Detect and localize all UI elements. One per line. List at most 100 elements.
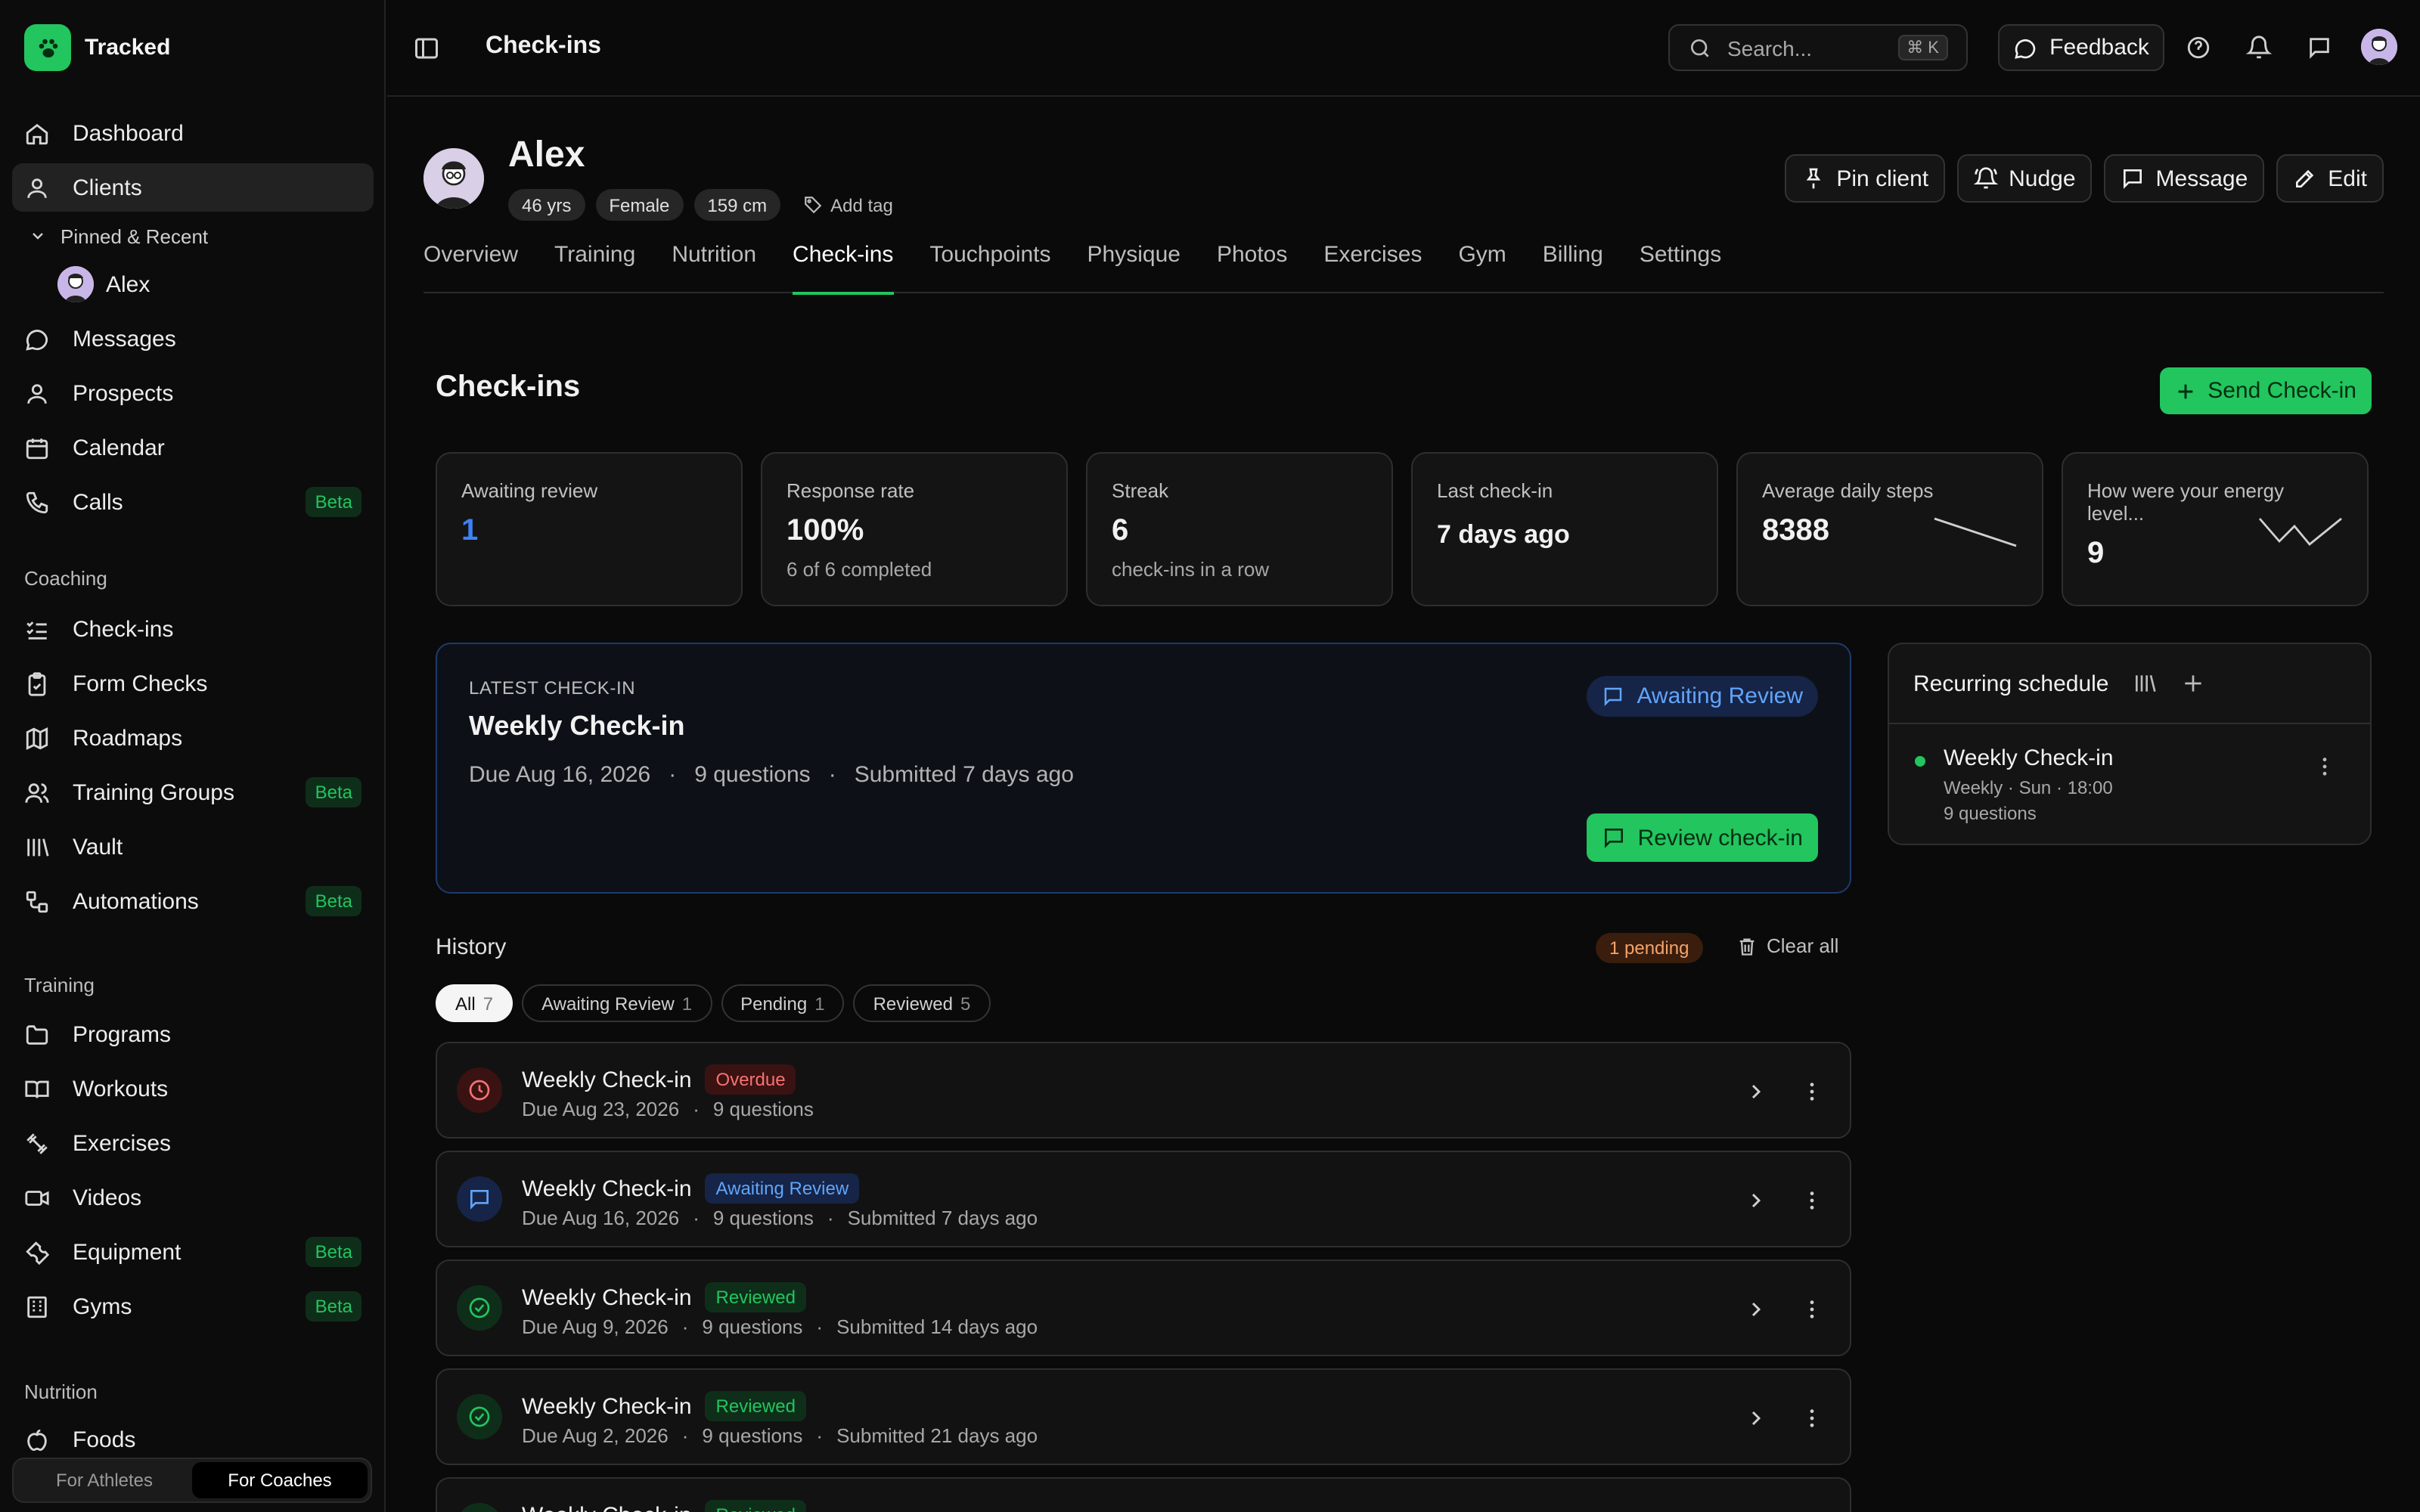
more-vertical-icon[interactable] (1800, 1188, 1824, 1213)
filter-awaiting-review[interactable]: Awaiting Review 1 (522, 984, 712, 1022)
list-item[interactable]: Weekly Check-in Reviewed (436, 1477, 1851, 1512)
filter-all[interactable]: All 7 (436, 984, 513, 1022)
tab-settings[interactable]: Settings (1640, 242, 1721, 293)
list-item[interactable]: Weekly Check-in Reviewed Due Aug 9, 2026… (436, 1259, 1851, 1356)
list-item[interactable]: Weekly Check-in Reviewed Due Aug 2, 2026… (436, 1368, 1851, 1465)
brand[interactable]: Tracked (24, 24, 170, 71)
sidebar-item-programs[interactable]: Programs (12, 1010, 374, 1058)
nudge-button[interactable]: Nudge (1957, 154, 2093, 203)
map-icon (24, 725, 50, 751)
stat-value: 6 (1112, 514, 1129, 547)
chevron-right-icon[interactable] (1744, 1080, 1768, 1104)
filter-label: Reviewed (873, 993, 953, 1014)
more-vertical-icon[interactable] (2313, 754, 2337, 779)
more-vertical-icon[interactable] (1800, 1080, 1824, 1104)
tab-overview[interactable]: Overview (424, 242, 518, 293)
sidebar-item-clients[interactable]: Clients (12, 163, 374, 212)
tab-exercises[interactable]: Exercises (1323, 242, 1422, 293)
filter-reviewed[interactable]: Reviewed 5 (853, 984, 991, 1022)
add-tag-button[interactable]: Add tag (803, 194, 893, 215)
edit-button[interactable]: Edit (2276, 154, 2384, 203)
status-icon (457, 1285, 502, 1331)
search-input[interactable]: Search... ⌘ K (1668, 24, 1968, 71)
item-meta: Due Aug 16, 2026 · 9 questions · Submitt… (522, 1207, 1038, 1229)
stat-label: Response rate (786, 479, 915, 502)
status-icon (457, 1067, 502, 1113)
sidebar-item-videos[interactable]: Videos (12, 1173, 374, 1222)
clear-all-button[interactable]: Clear all (1736, 934, 1838, 957)
sidebar-item-messages[interactable]: Messages (12, 314, 374, 363)
chevron-right-icon[interactable] (1744, 1406, 1768, 1430)
plus-icon[interactable] (2182, 671, 2206, 696)
toggle-option-athletes[interactable]: For Athletes (17, 1462, 192, 1498)
bell-icon[interactable] (2245, 33, 2272, 60)
library-icon[interactable] (2133, 671, 2158, 696)
sidebar-item-label: Programs (73, 1021, 172, 1047)
sidebar-toggle-icon[interactable] (411, 33, 442, 64)
pin-client-button[interactable]: Pin client (1785, 154, 1946, 203)
user-avatar[interactable] (2361, 29, 2397, 65)
chevron-right-icon[interactable] (1744, 1188, 1768, 1213)
sidebar-item-form-checks[interactable]: Form Checks (12, 659, 374, 708)
sidebar-item-workouts[interactable]: Workouts (12, 1064, 374, 1113)
feedback-button[interactable]: Feedback (1998, 24, 2164, 71)
users-icon (24, 779, 50, 805)
pinned-client-alex[interactable]: Alex (12, 260, 374, 308)
sidebar-item-training-groups[interactable]: Training Groups Beta (12, 768, 374, 816)
tab-touchpoints[interactable]: Touchpoints (929, 242, 1050, 293)
steps-sparkline (1934, 517, 2017, 547)
filter-pending[interactable]: Pending 1 (721, 984, 845, 1022)
sidebar-item-calls[interactable]: Calls Beta (12, 478, 374, 526)
send-check-in-button[interactable]: Send Check-in (2159, 367, 2372, 414)
item-meta: Due Aug 9, 2026 · 9 questions · Submitte… (522, 1315, 1038, 1338)
tab-billing[interactable]: Billing (1543, 242, 1603, 293)
message-button[interactable]: Message (2104, 154, 2265, 203)
sidebar-item-foods[interactable]: Foods (12, 1415, 374, 1464)
item-questions: 9 questions (702, 1315, 803, 1338)
status-icon (457, 1503, 502, 1512)
schedule-item[interactable]: Weekly Check-in Weekly · Sun · 18:00 9 q… (1889, 724, 2370, 824)
item-due: Due Aug 16, 2026 (522, 1207, 680, 1229)
pinned-recent-toggle[interactable]: Pinned & Recent (12, 218, 374, 254)
sidebar-item-check-ins[interactable]: Check-ins (12, 605, 374, 653)
chevron-right-icon[interactable] (1744, 1297, 1768, 1321)
tab-physique[interactable]: Physique (1087, 242, 1181, 293)
sidebar-item-dashboard[interactable]: Dashboard (12, 109, 374, 157)
chat-icon[interactable] (2305, 33, 2332, 60)
audience-toggle[interactable]: For Athletes For Coaches (12, 1458, 372, 1503)
tab-training[interactable]: Training (554, 242, 635, 293)
check-circle-icon (467, 1405, 492, 1429)
tab-check-ins[interactable]: Check-ins (793, 242, 893, 295)
item-name: Weekly Check-in (522, 1393, 692, 1419)
pin-icon (1801, 166, 1826, 191)
sidebar-item-equipment[interactable]: Equipment Beta (12, 1228, 374, 1276)
toggle-option-coaches[interactable]: For Coaches (192, 1462, 368, 1498)
message-square-icon (2121, 166, 2145, 191)
sidebar-item-label: Videos (73, 1185, 142, 1210)
tab-gym[interactable]: Gym (1458, 242, 1506, 293)
sidebar-item-calendar[interactable]: Calendar (12, 423, 374, 472)
stat-value: 100% (786, 514, 864, 547)
send-check-in-label: Send Check-in (2207, 378, 2356, 404)
sidebar-item-vault[interactable]: Vault (12, 823, 374, 871)
tab-nutrition[interactable]: Nutrition (672, 242, 756, 293)
search-shortcut: ⌘ K (1897, 35, 1948, 60)
list-item[interactable]: Weekly Check-in Overdue Due Aug 23, 2026… (436, 1042, 1851, 1139)
latest-title: Weekly Check-in (469, 711, 685, 741)
list-item[interactable]: Weekly Check-in Awaiting Review Due Aug … (436, 1151, 1851, 1247)
sidebar-item-prospects[interactable]: Prospects (12, 369, 374, 417)
section-title: Check-ins (436, 370, 581, 404)
sidebar-item-roadmaps[interactable]: Roadmaps (12, 714, 374, 762)
sidebar-item-label: Training Groups (73, 779, 234, 805)
filter-label: All (455, 993, 476, 1014)
sidebar-item-exercises[interactable]: Exercises (12, 1119, 374, 1167)
help-circle-icon[interactable] (2184, 33, 2211, 60)
filter-count: 5 (960, 993, 971, 1014)
tab-photos[interactable]: Photos (1217, 242, 1287, 293)
status-badge: Reviewed (705, 1500, 806, 1512)
more-vertical-icon[interactable] (1800, 1406, 1824, 1430)
more-vertical-icon[interactable] (1800, 1297, 1824, 1321)
sidebar-item-automations[interactable]: Automations Beta (12, 877, 374, 925)
review-check-in-button[interactable]: Review check-in (1586, 813, 1818, 862)
sidebar-item-gyms[interactable]: Gyms Beta (12, 1282, 374, 1331)
